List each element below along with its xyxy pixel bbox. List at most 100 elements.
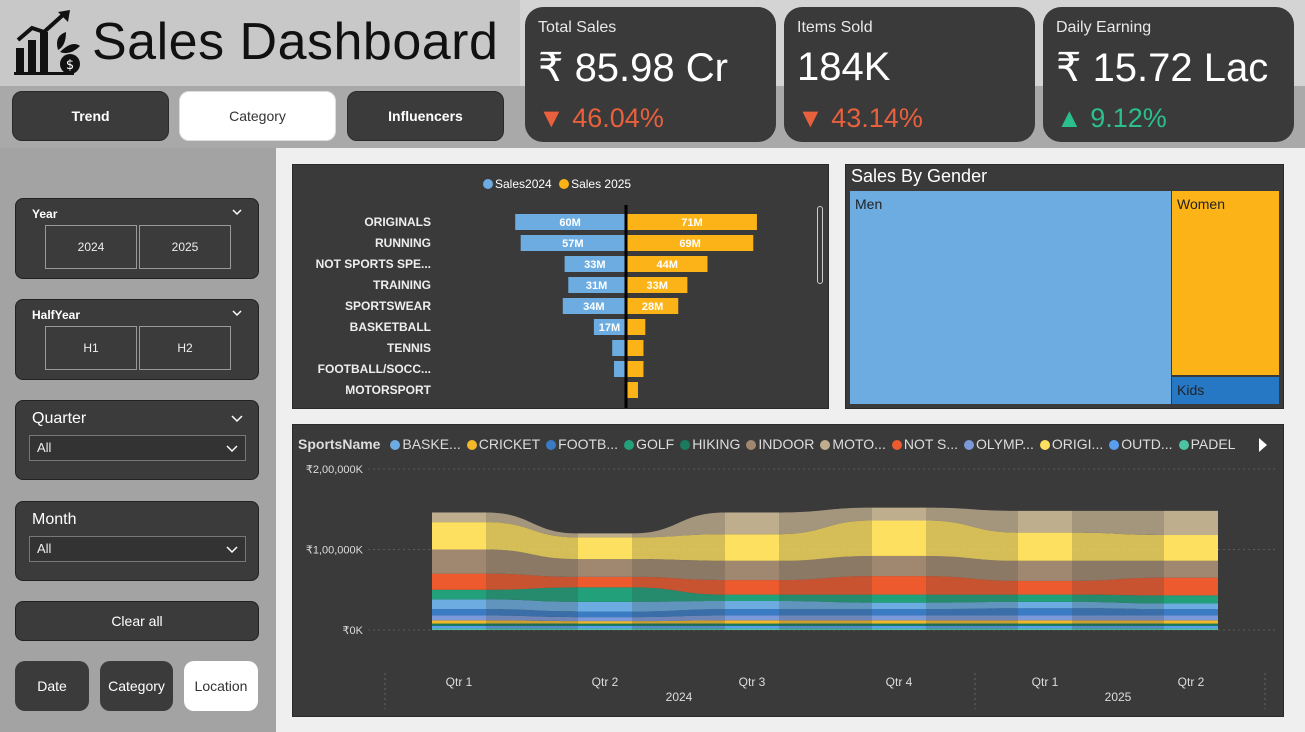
ribbon-segment[interactable]: [432, 625, 486, 629]
ribbon-segment[interactable]: [1018, 560, 1072, 581]
ribbon-band[interactable]: [632, 628, 725, 630]
ribbon-band[interactable]: [486, 628, 578, 630]
ribbon-segment[interactable]: [432, 522, 486, 550]
ribbon-segment[interactable]: [872, 625, 926, 629]
ribbon-segment[interactable]: [1164, 603, 1218, 610]
year-option-2025[interactable]: 2025: [139, 225, 231, 269]
ribbon-segment[interactable]: [1164, 620, 1218, 624]
ribbon-band[interactable]: [632, 623, 725, 626]
ribbon-segment[interactable]: [1018, 615, 1072, 621]
ribbon-band[interactable]: [1072, 608, 1164, 616]
ribbon-segment[interactable]: [725, 620, 779, 624]
ribbon-segment[interactable]: [1164, 609, 1218, 616]
ribbon-segment[interactable]: [1164, 535, 1218, 561]
ribbon-segment[interactable]: [432, 620, 486, 624]
ribbon-band[interactable]: [1072, 532, 1164, 561]
treemap-men[interactable]: Men: [850, 191, 1171, 404]
ribbon-segment[interactable]: [1164, 577, 1218, 596]
ribbon-band[interactable]: [1072, 623, 1164, 626]
ribbon-segment[interactable]: [872, 623, 926, 626]
ribbon-segment[interactable]: [872, 555, 926, 577]
ribbon-segment[interactable]: [1018, 620, 1072, 624]
clear-all-button[interactable]: Clear all: [15, 601, 259, 641]
ribbon-band[interactable]: [1072, 625, 1164, 629]
ribbon-segment[interactable]: [725, 628, 779, 630]
ribbon-segment[interactable]: [725, 623, 779, 626]
ribbon-segment[interactable]: [1018, 625, 1072, 629]
ribbon-band[interactable]: [1072, 628, 1164, 630]
ribbon-segment[interactable]: [578, 576, 632, 588]
ribbon-segment[interactable]: [1018, 623, 1072, 626]
ribbon-segment[interactable]: [578, 537, 632, 560]
ribbon-band[interactable]: [779, 628, 872, 630]
ribbon-band[interactable]: [926, 594, 1018, 603]
ribbon-segment[interactable]: [725, 512, 779, 535]
ribbon-band[interactable]: [1072, 510, 1164, 536]
ribbon-segment[interactable]: [1164, 628, 1218, 630]
ribbon-segment[interactable]: [432, 589, 486, 600]
ribbon-segment[interactable]: [725, 560, 779, 581]
ribbon-segment[interactable]: [1164, 510, 1218, 536]
ribbon-segment[interactable]: [432, 573, 486, 590]
tab-category[interactable]: Category: [179, 91, 336, 141]
ribbon-segment[interactable]: [872, 615, 926, 621]
ribbon-segment[interactable]: [725, 615, 779, 621]
chevron-down-icon[interactable]: [230, 205, 244, 219]
ribbon-segment[interactable]: [725, 534, 779, 561]
ribbon-band[interactable]: [926, 620, 1018, 624]
nav-location-button[interactable]: Location: [184, 661, 258, 711]
ribbon-band[interactable]: [779, 625, 872, 629]
chevron-down-icon[interactable]: [230, 306, 244, 320]
ribbon-band[interactable]: [632, 534, 725, 561]
month-dropdown[interactable]: All: [29, 536, 246, 562]
nav-date-button[interactable]: Date: [15, 661, 89, 711]
ribbon-band[interactable]: [632, 512, 725, 538]
bar-2024[interactable]: [612, 340, 625, 356]
ribbon-segment[interactable]: [432, 599, 486, 610]
ribbon-segment[interactable]: [725, 601, 779, 610]
ribbon-band[interactable]: [1072, 620, 1164, 624]
ribbon-band[interactable]: [632, 559, 725, 581]
ribbon-band[interactable]: [926, 628, 1018, 630]
ribbon-segment[interactable]: [432, 512, 486, 523]
ribbon-segment[interactable]: [872, 594, 926, 603]
treemap-kids[interactable]: Kids: [1172, 377, 1279, 404]
ribbon-band[interactable]: [926, 625, 1018, 629]
ribbon-band[interactable]: [779, 615, 872, 621]
ribbon-segment[interactable]: [578, 533, 632, 538]
ribbon-segment[interactable]: [1164, 623, 1218, 626]
ribbon-segment[interactable]: [725, 609, 779, 616]
ribbon-segment[interactable]: [578, 621, 632, 624]
ribbon-segment[interactable]: [432, 623, 486, 626]
tab-trend[interactable]: Trend: [12, 91, 169, 141]
ribbon-segment[interactable]: [578, 587, 632, 602]
bar-2025[interactable]: [627, 319, 646, 335]
bar-2025[interactable]: [627, 340, 644, 356]
bar-2025[interactable]: [627, 361, 644, 377]
ribbon-band[interactable]: [926, 608, 1018, 616]
ribbon-segment[interactable]: [1018, 601, 1072, 609]
bar-2024[interactable]: [614, 361, 625, 377]
ribbon-segment[interactable]: [578, 628, 632, 630]
ribbon-segment[interactable]: [432, 609, 486, 616]
ribbon-segment[interactable]: [578, 623, 632, 626]
ribbon-segment[interactable]: [578, 601, 632, 612]
ribbon-segment[interactable]: [872, 620, 926, 624]
bar-2025[interactable]: [627, 382, 638, 398]
ribbon-segment[interactable]: [725, 580, 779, 595]
halfyear-option-h1[interactable]: H1: [45, 326, 137, 370]
year-option-2024[interactable]: 2024: [45, 225, 137, 269]
chevron-down-icon[interactable]: [230, 411, 244, 425]
ribbon-segment[interactable]: [1164, 625, 1218, 629]
ribbon-segment[interactable]: [872, 576, 926, 595]
ribbon-segment[interactable]: [578, 611, 632, 618]
ribbon-segment[interactable]: [1164, 560, 1218, 578]
ribbon-segment[interactable]: [872, 507, 926, 521]
quarter-dropdown[interactable]: All: [29, 435, 246, 461]
ribbon-segment[interactable]: [872, 520, 926, 556]
ribbon-segment[interactable]: [1018, 532, 1072, 561]
ribbon-band[interactable]: [779, 609, 872, 616]
ribbon-segment[interactable]: [725, 594, 779, 602]
nav-category-button[interactable]: Category: [100, 661, 173, 711]
ribbon-segment[interactable]: [1018, 594, 1072, 602]
